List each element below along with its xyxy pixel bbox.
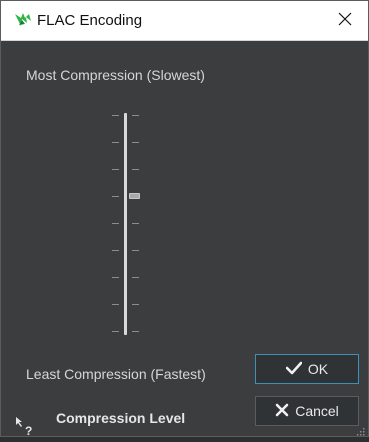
checkmark-icon — [285, 361, 303, 378]
most-compression-label: Most Compression (Slowest) — [26, 67, 205, 83]
whats-this-help-icon[interactable]: ? — [14, 415, 36, 438]
slider-tick — [132, 223, 139, 224]
compression-level-title: Compression Level — [56, 410, 186, 426]
dialog-content: Most Compression (Slowest) Least Compres… — [1, 41, 368, 438]
compression-slider[interactable] — [107, 113, 147, 335]
slider-tick — [132, 169, 139, 170]
slider-tick — [132, 304, 139, 305]
slider-tick — [112, 223, 119, 224]
svg-text:?: ? — [25, 424, 32, 437]
cancel-button[interactable]: Cancel — [255, 396, 359, 426]
slider-tick — [112, 142, 119, 143]
close-button[interactable] — [322, 1, 368, 41]
ok-button-label: OK — [307, 361, 329, 377]
close-icon — [338, 12, 352, 31]
flac-encoding-dialog: FLAC Encoding Most Compression (Slowest) — [0, 0, 369, 438]
slider-tick — [112, 304, 119, 305]
slider-tick — [112, 115, 119, 116]
ok-button[interactable]: OK — [255, 354, 359, 384]
resize-grip-icon[interactable] — [355, 423, 365, 436]
slider-tick — [112, 277, 119, 278]
slider-tick — [132, 250, 139, 251]
slider-tick — [132, 142, 139, 143]
slider-tick — [112, 169, 119, 170]
slider-tick — [112, 250, 119, 251]
x-icon — [275, 403, 289, 420]
slider-tick — [132, 115, 139, 116]
slider-thumb[interactable] — [129, 193, 140, 199]
slider-tick — [112, 196, 119, 197]
window-title: FLAC Encoding — [37, 12, 143, 29]
slider-tick — [112, 331, 119, 332]
slider-tick — [132, 277, 139, 278]
flac-app-icon — [13, 11, 33, 31]
title-bar: FLAC Encoding — [1, 1, 368, 41]
slider-tick — [132, 331, 139, 332]
cancel-button-label: Cancel — [295, 403, 339, 419]
least-compression-label: Least Compression (Fastest) — [26, 366, 206, 382]
slider-track[interactable] — [124, 113, 127, 335]
